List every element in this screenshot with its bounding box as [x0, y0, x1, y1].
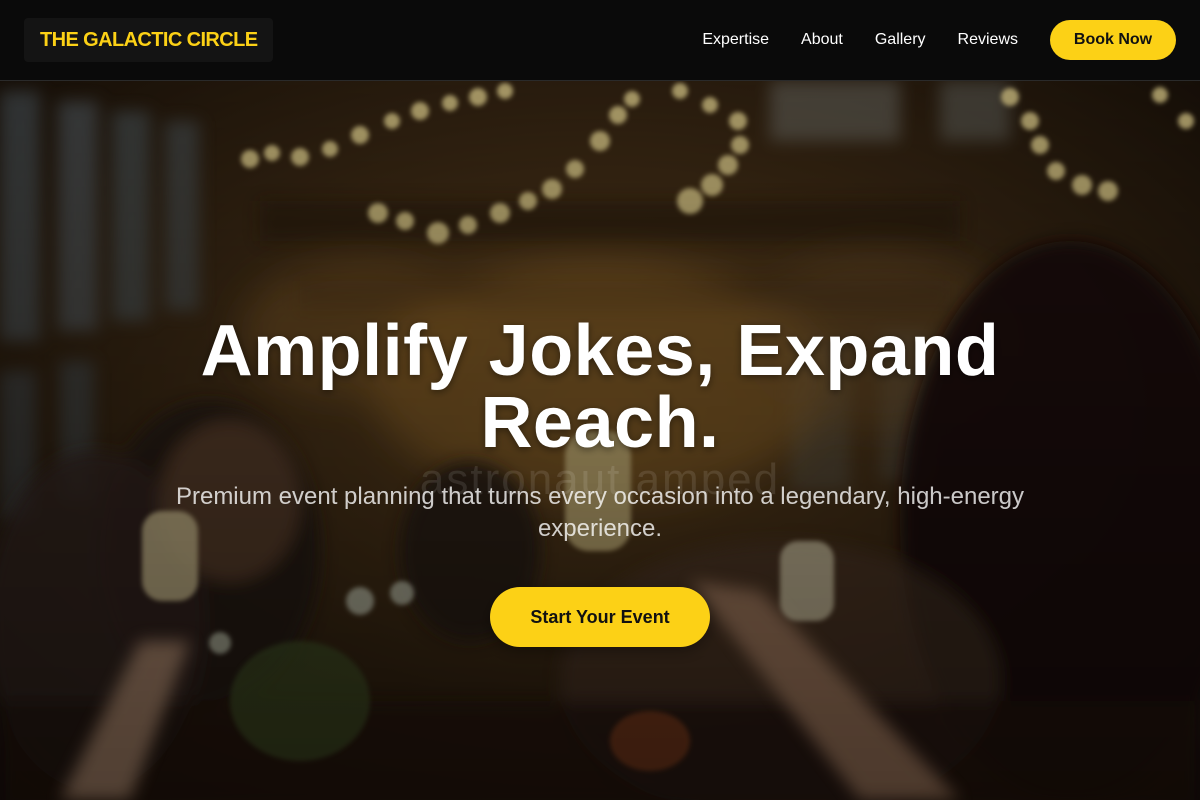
- hero-subheadline: Premium event planning that turns every …: [175, 483, 1025, 542]
- hero-headline-line-2: Reach.: [480, 383, 720, 463]
- hero-headline-line-1: Amplify Jokes, Expand: [200, 311, 1000, 391]
- top-nav: THE GALACTIC CIRCLE Expertise About Gall…: [0, 0, 1200, 81]
- nav-link-gallery[interactable]: Gallery: [875, 31, 926, 49]
- hero-content: astronaut amped Amplify Jokes, Expand Re…: [0, 81, 1200, 800]
- nav-links: Expertise About Gallery Reviews: [702, 0, 1018, 80]
- nav-link-expertise[interactable]: Expertise: [702, 31, 769, 49]
- book-now-button[interactable]: Book Now: [1050, 20, 1176, 60]
- brand-logo[interactable]: THE GALACTIC CIRCLE: [24, 18, 274, 62]
- nav-link-reviews[interactable]: Reviews: [958, 31, 1018, 49]
- start-your-event-button[interactable]: Start Your Event: [490, 587, 710, 647]
- nav-link-about[interactable]: About: [801, 31, 843, 49]
- hero-section: astronaut amped Amplify Jokes, Expand Re…: [0, 81, 1200, 800]
- landing-page: THE GALACTIC CIRCLE Expertise About Gall…: [0, 0, 1200, 800]
- hero-headline: Amplify Jokes, Expand Reach.: [150, 315, 1050, 459]
